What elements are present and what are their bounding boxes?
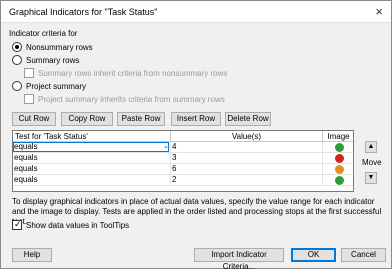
column-header-test: Test for 'Task Status' bbox=[13, 131, 171, 142]
insert-row-button[interactable]: Insert Row bbox=[171, 112, 221, 126]
show-tooltips-label: Show data values in ToolTips bbox=[26, 220, 130, 230]
checkbox-icon[interactable] bbox=[12, 219, 22, 230]
column-header-values: Value(s) bbox=[171, 131, 323, 142]
column-header-image: Image bbox=[323, 131, 353, 142]
radio-icon[interactable] bbox=[12, 81, 22, 91]
cut-row-button[interactable]: Cut Row bbox=[12, 112, 56, 126]
test-cell[interactable]: equals bbox=[13, 153, 171, 164]
radio-nonsummary-rows[interactable]: Nonsummary rows bbox=[12, 41, 93, 53]
copy-row-button[interactable]: Copy Row bbox=[61, 112, 113, 126]
summary-inherit-checkbox[interactable]: Summary rows inherit criteria from nonsu… bbox=[24, 67, 227, 79]
radio-icon[interactable] bbox=[12, 55, 22, 65]
import-indicator-criteria-button[interactable]: Import Indicator Criteria... bbox=[194, 248, 284, 269]
green-indicator-icon bbox=[335, 143, 344, 152]
move-up-button[interactable]: ▲ bbox=[365, 141, 377, 153]
selected-row-outline bbox=[13, 142, 169, 152]
orange-indicator-icon bbox=[335, 165, 344, 174]
paste-row-button[interactable]: Paste Row bbox=[117, 112, 165, 126]
radio-icon[interactable] bbox=[12, 42, 22, 52]
test-cell[interactable]: equals bbox=[13, 164, 171, 175]
green-indicator-icon bbox=[335, 176, 344, 185]
value-cell[interactable]: 2 bbox=[171, 175, 323, 186]
radio-project-summary[interactable]: Project summary bbox=[12, 80, 86, 92]
ok-button[interactable]: OK bbox=[291, 248, 336, 262]
summary-inherit-label: Summary rows inherit criteria from nonsu… bbox=[38, 68, 228, 78]
dialog-title: Graphical Indicators for "Task Status" bbox=[9, 7, 158, 17]
value-cell[interactable]: 3 bbox=[171, 153, 323, 164]
value-cell[interactable]: 4 bbox=[171, 142, 323, 153]
red-indicator-icon bbox=[335, 154, 344, 163]
criteria-label: Indicator criteria for bbox=[9, 29, 78, 38]
radio-project-summary-label: Project summary bbox=[26, 81, 87, 91]
graphical-indicators-dialog: Graphical Indicators for "Task Status" ×… bbox=[0, 0, 392, 269]
chevron-down-icon[interactable]: ⌄ bbox=[161, 142, 171, 152]
test-cell[interactable]: equals bbox=[13, 175, 171, 186]
show-tooltips-checkbox[interactable]: Show data values in ToolTips bbox=[12, 219, 129, 231]
project-inherit-label: Project summary inherits criteria from s… bbox=[38, 94, 225, 104]
help-button[interactable]: Help bbox=[12, 248, 52, 262]
cancel-button[interactable]: Cancel bbox=[341, 248, 386, 262]
checkbox-icon[interactable] bbox=[24, 94, 34, 104]
project-inherit-checkbox[interactable]: Project summary inherits criteria from s… bbox=[24, 93, 225, 105]
close-icon[interactable]: × bbox=[375, 4, 383, 19]
value-cell[interactable]: 6 bbox=[171, 164, 323, 175]
radio-nonsummary-label: Nonsummary rows bbox=[26, 42, 93, 52]
checkbox-icon[interactable] bbox=[24, 68, 34, 78]
radio-summary-label: Summary rows bbox=[26, 55, 80, 65]
indicator-criteria-grid: Test for 'Task Status' Value(s) Image eq… bbox=[12, 130, 354, 192]
move-down-button[interactable]: ▼ bbox=[365, 172, 377, 184]
title-bar: Graphical Indicators for "Task Status" × bbox=[1, 1, 391, 23]
move-label: Move bbox=[362, 158, 382, 167]
delete-row-button[interactable]: Delete Row bbox=[225, 112, 271, 126]
radio-summary-rows[interactable]: Summary rows bbox=[12, 54, 79, 66]
